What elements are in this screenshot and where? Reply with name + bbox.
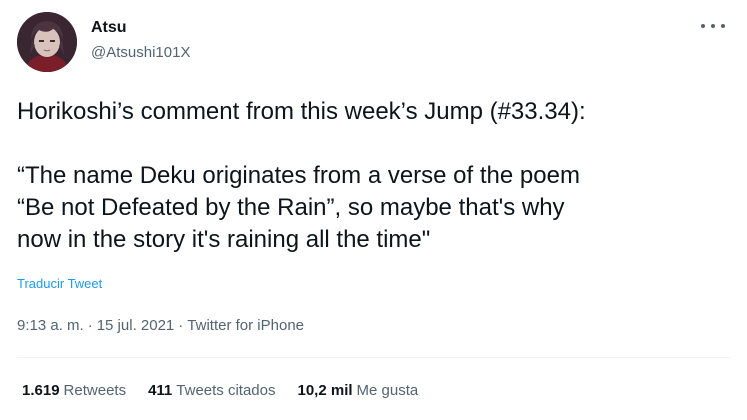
likes-count: 10,2 mil xyxy=(297,382,353,399)
retweets-label: Retweets xyxy=(63,382,127,399)
quote-tweets-label: Tweets citados xyxy=(176,382,276,399)
divider xyxy=(17,357,730,358)
meta-separator: · xyxy=(178,317,184,334)
quote-tweets-count: 411 xyxy=(148,382,173,399)
display-name[interactable]: Atsu xyxy=(91,19,127,37)
meta-separator: · xyxy=(87,317,93,334)
tweet-line: Horikoshi’s comment from this week’s Jum… xyxy=(17,98,586,125)
more-dot xyxy=(711,24,715,28)
tweet-text: Horikoshi’s comment from this week’s Jum… xyxy=(17,96,727,256)
translate-tweet-link[interactable]: Traducir Tweet xyxy=(17,276,102,291)
retweets-stat[interactable]: 1.619 Retweets xyxy=(22,382,126,399)
likes-stat[interactable]: 10,2 mil Me gusta xyxy=(298,382,419,399)
tweet-stats: 1.619 Retweets 411 Tweets citados 10,2 mil… xyxy=(22,382,440,399)
tweet-card: Atsu @Atsushi101X Horikoshi’s comment fr… xyxy=(0,0,747,420)
more-dot xyxy=(721,24,725,28)
tweet-source[interactable]: Twitter for iPhone xyxy=(187,317,304,334)
quote-tweets-stat[interactable]: 411 Tweets citados xyxy=(148,382,275,399)
tweet-time[interactable]: 9:13 a. m. xyxy=(17,317,84,334)
tweet-line: “The name Deku originates from a verse o… xyxy=(17,162,580,189)
more-options-icon[interactable] xyxy=(701,18,725,34)
avatar[interactable] xyxy=(17,12,77,72)
tweet-line: “Be not Defeated by the Rain”, so maybe … xyxy=(17,194,565,221)
avatar-image xyxy=(17,12,77,72)
more-dot xyxy=(701,24,705,28)
user-handle[interactable]: @Atsushi101X xyxy=(91,44,190,61)
retweets-count: 1.619 xyxy=(22,382,60,399)
likes-label: Me gusta xyxy=(356,382,419,399)
tweet-line: now in the story it's raining all the ti… xyxy=(17,226,431,253)
tweet-date[interactable]: 15 jul. 2021 xyxy=(97,317,175,334)
tweet-metadata: 9:13 a. m. · 15 jul. 2021 · Twitter for iPho… xyxy=(17,317,304,334)
